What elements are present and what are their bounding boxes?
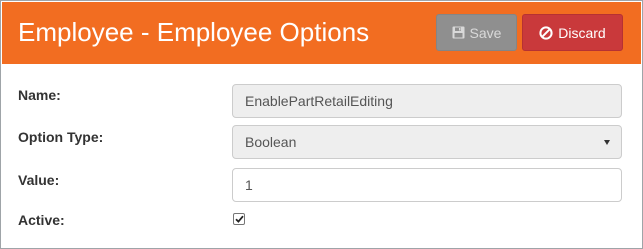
discard-button[interactable]: Discard bbox=[522, 14, 623, 51]
employee-options-panel: Employee - Employee Options Save Discard bbox=[0, 0, 643, 249]
panel-header: Employee - Employee Options Save Discard bbox=[2, 2, 641, 64]
discard-button-label: Discard bbox=[558, 24, 606, 41]
page-title: Employee - Employee Options bbox=[18, 17, 370, 47]
value-label: Value: bbox=[18, 172, 60, 188]
option-type-selected-value: Boolean bbox=[245, 134, 297, 150]
option-type-select[interactable]: Boolean bbox=[232, 125, 622, 159]
save-button[interactable]: Save bbox=[436, 14, 517, 51]
option-type-label: Option Type: bbox=[18, 129, 104, 145]
name-field: EnablePartRetailEditing bbox=[232, 84, 622, 118]
name-label: Name: bbox=[18, 87, 61, 103]
active-label: Active: bbox=[18, 212, 65, 228]
active-checkbox[interactable] bbox=[233, 213, 245, 225]
name-value: EnablePartRetailEditing bbox=[245, 93, 393, 109]
ban-icon bbox=[539, 25, 553, 40]
value-input[interactable] bbox=[232, 168, 622, 202]
caret-down-icon bbox=[604, 139, 610, 145]
floppy-disk-icon bbox=[452, 26, 465, 39]
save-button-label: Save bbox=[469, 24, 502, 41]
checkmark-icon bbox=[234, 215, 244, 223]
